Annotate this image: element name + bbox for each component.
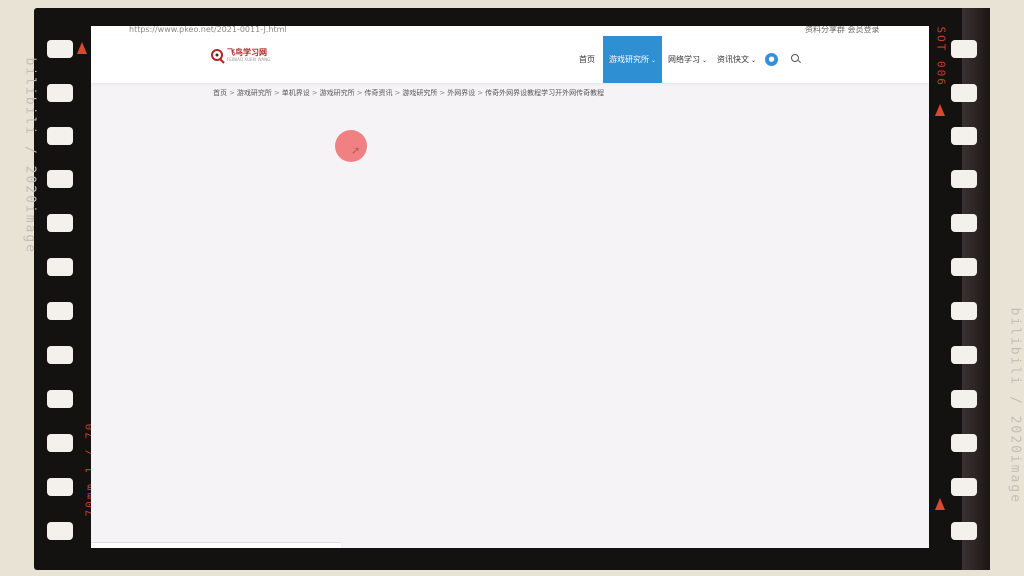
breadcrumb: 首页 > 游戏研究所 > 单机界设 > 游戏研究所 > 传奇资讯 > 游戏研究所 > 外网界设 > 传奇外网…: [213, 88, 604, 98]
sprocket-hole: [47, 127, 73, 145]
sprocket-hole: [951, 170, 977, 188]
sprocket-hole: [47, 258, 73, 276]
film-label-right-red: SOT 006: [934, 26, 948, 87]
chevron-right-icon: >: [229, 89, 235, 97]
chevron-right-icon: >: [311, 89, 318, 97]
search-icon[interactable]: [791, 54, 799, 62]
breadcrumb-item[interactable]: 单机界设: [282, 89, 310, 97]
chevron-down-icon: ⌄: [751, 57, 757, 64]
nav-news-label: 资讯快文: [717, 55, 749, 64]
chevron-right-icon: >: [439, 89, 446, 97]
sprocket-hole: [47, 214, 73, 232]
cursor-pointer-icon: ➚: [351, 144, 361, 157]
sprocket-hole: [47, 40, 73, 58]
nav-home-label: 首页: [579, 55, 595, 64]
chevron-down-icon: ⌄: [702, 57, 708, 64]
site-logo[interactable]: 飞鸟学习网 FEINIAO XUEXI WANG: [211, 46, 270, 64]
chevron-right-icon: >: [273, 89, 280, 97]
breadcrumb-item[interactable]: 游戏研究所: [320, 89, 355, 97]
film-marker-icon: [77, 42, 87, 54]
user-avatar-icon[interactable]: ●: [765, 53, 778, 66]
sprocket-hole: [47, 434, 73, 452]
sprocket-hole: [47, 522, 73, 540]
chevron-right-icon: >: [356, 89, 363, 97]
url-text: https://www.pkeo.net/2021-0011-J.html: [129, 26, 287, 34]
breadcrumb-item[interactable]: 游戏研究所: [402, 89, 437, 97]
sprocket-hole: [951, 258, 977, 276]
film-marker-icon: [935, 498, 945, 510]
chevron-right-icon: >: [477, 89, 484, 97]
breadcrumb-item[interactable]: 首页: [213, 89, 227, 97]
nav-game-research[interactable]: 游戏研究所 ⌄: [603, 36, 663, 83]
status-bar: [91, 542, 341, 548]
film-label-left: bilibili / 2020image: [22, 57, 38, 255]
sprocket-hole: [47, 302, 73, 320]
browser-viewport: https://www.pkeo.net/2021-0011-J.html 资料…: [91, 26, 929, 548]
film-label-right: bilibili / 2020image: [1007, 307, 1023, 505]
nav-home[interactable]: 首页: [579, 36, 595, 83]
film-marker-icon: [935, 104, 945, 116]
sprocket-hole: [47, 84, 73, 102]
logo-subtitle: FEINIAO XUEXI WANG: [227, 57, 271, 62]
sprocket-hole: [951, 127, 977, 145]
sprocket-hole: [951, 40, 977, 58]
sprocket-hole: [47, 390, 73, 408]
nav-network-learning-label: 网络学习: [668, 55, 700, 64]
nav-news[interactable]: 资讯快文 ⌄: [717, 36, 756, 83]
breadcrumb-item[interactable]: 传奇资讯: [365, 89, 393, 97]
sprocket-hole: [951, 522, 977, 540]
sprocket-hole: [47, 170, 73, 188]
breadcrumb-item[interactable]: 游戏研究所: [237, 89, 272, 97]
sprocket-hole: [951, 478, 977, 496]
chevron-down-icon: ⌄: [651, 57, 657, 64]
breadcrumb-current: 传奇外网界设教程学习开外网传奇教程: [485, 89, 605, 97]
logo-bird-icon: [211, 49, 225, 64]
sprocket-hole: [951, 390, 977, 408]
nav-game-research-label: 游戏研究所: [609, 55, 649, 64]
nav-network-learning[interactable]: 网络学习 ⌄: [668, 36, 707, 83]
browser-right-text: 资料分享群 会员登录: [805, 26, 880, 34]
sprocket-hole: [951, 214, 977, 232]
sprocket-hole: [951, 84, 977, 102]
sprocket-hole: [951, 346, 977, 364]
sprocket-hole: [47, 478, 73, 496]
site-header: 飞鸟学习网 FEINIAO XUEXI WANG 首页 游戏研究所 ⌄ 网络学习 ⌄…: [91, 36, 929, 83]
sprocket-hole: [951, 434, 977, 452]
sprocket-hole: [951, 302, 977, 320]
chevron-right-icon: >: [394, 89, 401, 97]
sprocket-hole: [47, 346, 73, 364]
breadcrumb-item[interactable]: 外网界设: [447, 89, 475, 97]
